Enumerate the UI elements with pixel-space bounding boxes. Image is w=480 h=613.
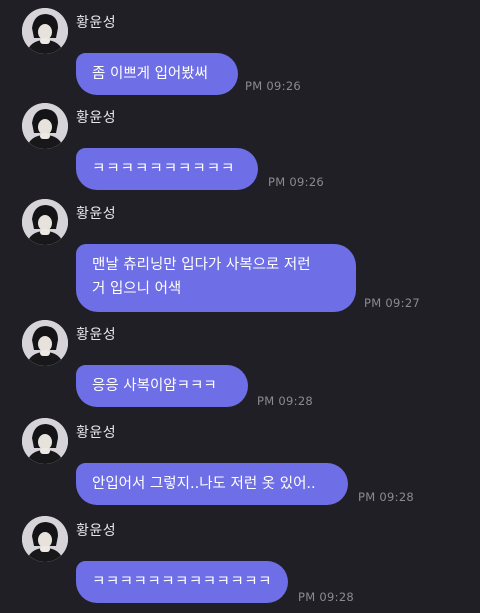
chat-conversation: 황윤성 좀 이쁘게 입어봤써 PM 09:26 황윤성 ㅋㅋㅋㅋㅋㅋㅋㅋㅋㅋ P… [0, 0, 480, 613]
profile-photo-icon [22, 320, 68, 366]
message-timestamp: PM 09:28 [358, 490, 415, 504]
message-bubble[interactable]: 응응 사복이얌ㅋㅋㅋ [76, 365, 248, 407]
message-bubble[interactable]: ㅋㅋㅋㅋㅋㅋㅋㅋㅋㅋ [76, 148, 258, 190]
profile-photo-icon [22, 8, 68, 54]
message-timestamp: PM 09:26 [245, 79, 302, 93]
sender-avatar[interactable] [22, 8, 68, 54]
sender-avatar[interactable] [22, 320, 68, 366]
message-bubble[interactable]: ㅋㅋㅋㅋㅋㅋㅋㅋㅋㅋㅋㅋㅋ [76, 561, 288, 603]
sender-name: 황윤성 [76, 110, 117, 126]
sender-avatar[interactable] [22, 103, 68, 149]
message-timestamp: PM 09:28 [257, 394, 314, 408]
sender-name: 황윤성 [76, 15, 117, 31]
sender-name: 황윤성 [76, 327, 117, 343]
sender-name: 황윤성 [76, 425, 117, 441]
message-bubble[interactable]: 맨날 츄리닝만 입다가 사복으로 저런 거 입으니 어색 [76, 244, 356, 312]
profile-photo-icon [22, 199, 68, 245]
profile-photo-icon [22, 516, 68, 562]
message-bubble[interactable]: 안입어서 그렇지..나도 저런 옷 있어.. [76, 463, 348, 505]
profile-photo-icon [22, 418, 68, 464]
profile-photo-icon [22, 103, 68, 149]
message-timestamp: PM 09:28 [298, 590, 355, 604]
sender-name: 황윤성 [76, 523, 117, 539]
message-timestamp: PM 09:27 [364, 296, 421, 310]
sender-avatar[interactable] [22, 199, 68, 245]
sender-name: 황윤성 [76, 206, 117, 222]
message-timestamp: PM 09:26 [268, 175, 325, 189]
sender-avatar[interactable] [22, 516, 68, 562]
sender-avatar[interactable] [22, 418, 68, 464]
message-bubble[interactable]: 좀 이쁘게 입어봤써 [76, 53, 238, 95]
